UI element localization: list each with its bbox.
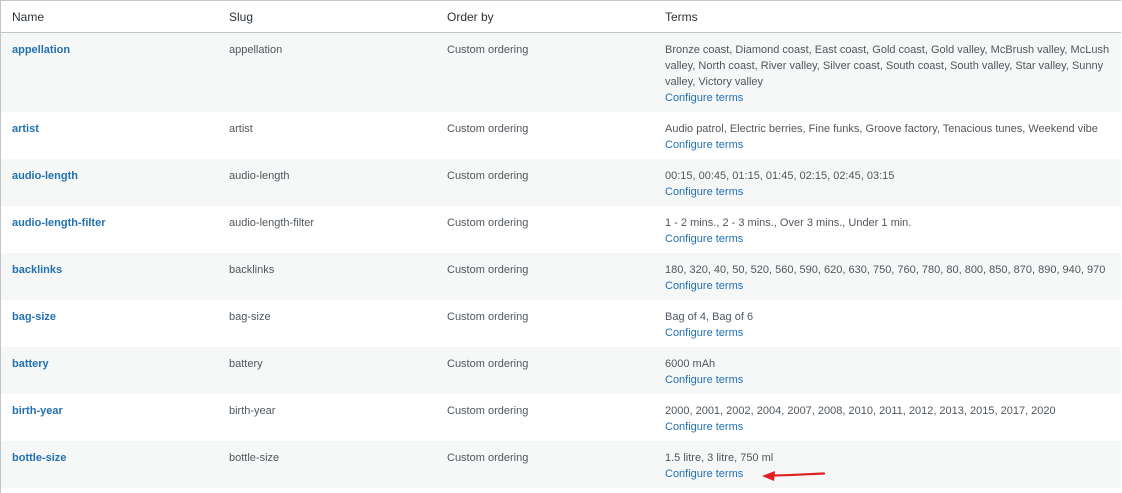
configure-terms-link[interactable]: Configure terms xyxy=(665,325,743,341)
red-arrow-icon xyxy=(762,471,826,481)
attribute-order-by: Custom ordering xyxy=(436,112,654,159)
configure-terms-link[interactable]: Configure terms xyxy=(665,278,743,294)
configure-terms-link[interactable]: Configure terms xyxy=(665,466,743,482)
table-row: artist artist Custom ordering Audio patr… xyxy=(1,112,1121,159)
attribute-slug: artist xyxy=(218,112,436,159)
attribute-slug: bag-size xyxy=(218,300,436,347)
attribute-slug: battery xyxy=(218,347,436,394)
attribute-slug: audio-length-filter xyxy=(218,206,436,253)
table-row: birth-year birth-year Custom ordering 20… xyxy=(1,394,1121,441)
configure-terms-link[interactable]: Configure terms xyxy=(665,184,743,200)
column-header-order-by[interactable]: Order by xyxy=(436,1,654,33)
attribute-order-by: Custom ordering xyxy=(436,300,654,347)
configure-terms-link[interactable]: Configure terms xyxy=(665,372,743,388)
table-row: audio-length audio-length Custom orderin… xyxy=(1,159,1121,206)
attribute-terms: 180, 320, 40, 50, 520, 560, 590, 620, 63… xyxy=(665,264,1106,276)
attribute-order-by: Custom ordering xyxy=(436,32,654,112)
table-header-row: Name Slug Order by Terms xyxy=(1,1,1121,33)
attribute-order-by: Custom ordering xyxy=(436,253,654,300)
attribute-name-link[interactable]: audio-length xyxy=(12,170,78,182)
attribute-terms: Bronze coast, Diamond coast, East coast,… xyxy=(665,44,1110,88)
column-header-terms: Terms xyxy=(654,1,1121,33)
attribute-terms: 1 - 2 mins., 2 - 3 mins., Over 3 mins., … xyxy=(665,217,912,229)
attribute-slug: audio-length xyxy=(218,159,436,206)
table-row: audio-length-filter audio-length-filter … xyxy=(1,206,1121,253)
table-row: backlinks backlinks Custom ordering 180,… xyxy=(1,253,1121,300)
attribute-name-link[interactable]: audio-length-filter xyxy=(12,217,106,229)
column-header-slug[interactable]: Slug xyxy=(218,1,436,33)
attributes-table-panel: Name Slug Order by Terms appellation app… xyxy=(0,0,1121,493)
attribute-terms: Bag of 4, Bag of 6 xyxy=(665,311,754,323)
attribute-name-link[interactable]: artist xyxy=(12,123,39,135)
attribute-terms: 1.5 litre, 3 litre, 750 ml xyxy=(665,452,774,464)
configure-terms-link[interactable]: Configure terms xyxy=(665,419,743,435)
attribute-slug: appellation xyxy=(218,32,436,112)
attribute-slug: backlinks xyxy=(218,253,436,300)
attribute-name-link[interactable]: bottle-size xyxy=(12,452,66,464)
table-row: appellation appellation Custom ordering … xyxy=(1,32,1121,112)
attribute-order-by: Custom ordering xyxy=(436,159,654,206)
attribute-name-link[interactable]: battery xyxy=(12,358,49,370)
attribute-order-by: Custom ordering xyxy=(436,206,654,253)
attribute-terms: 6000 mAh xyxy=(665,358,716,370)
attribute-name-link[interactable]: appellation xyxy=(12,44,70,56)
attribute-name-link[interactable]: birth-year xyxy=(12,405,63,417)
configure-terms-link[interactable]: Configure terms xyxy=(665,231,743,247)
configure-terms-link[interactable]: Configure terms xyxy=(665,137,743,153)
attribute-terms: Audio patrol, Electric berries, Fine fun… xyxy=(665,123,1098,135)
attribute-order-by: Custom ordering xyxy=(436,441,654,488)
attribute-order-by: Custom ordering xyxy=(436,394,654,441)
table-row: bottle-size bottle-size Custom ordering … xyxy=(1,441,1121,488)
attribute-name-link[interactable]: backlinks xyxy=(12,264,62,276)
table-row: battery battery Custom ordering 6000 mAh… xyxy=(1,347,1121,394)
column-header-name[interactable]: Name xyxy=(1,1,218,33)
attributes-table: Name Slug Order by Terms appellation app… xyxy=(1,1,1121,488)
attribute-name-link[interactable]: bag-size xyxy=(12,311,56,323)
attribute-slug: bottle-size xyxy=(218,441,436,488)
configure-terms-link[interactable]: Configure terms xyxy=(665,90,743,106)
attribute-terms: 2000, 2001, 2002, 2004, 2007, 2008, 2010… xyxy=(665,405,1056,417)
table-row: bag-size bag-size Custom ordering Bag of… xyxy=(1,300,1121,347)
attribute-terms: 00:15, 00:45, 01:15, 01:45, 02:15, 02:45… xyxy=(665,170,895,182)
attribute-order-by: Custom ordering xyxy=(436,347,654,394)
attribute-slug: birth-year xyxy=(218,394,436,441)
